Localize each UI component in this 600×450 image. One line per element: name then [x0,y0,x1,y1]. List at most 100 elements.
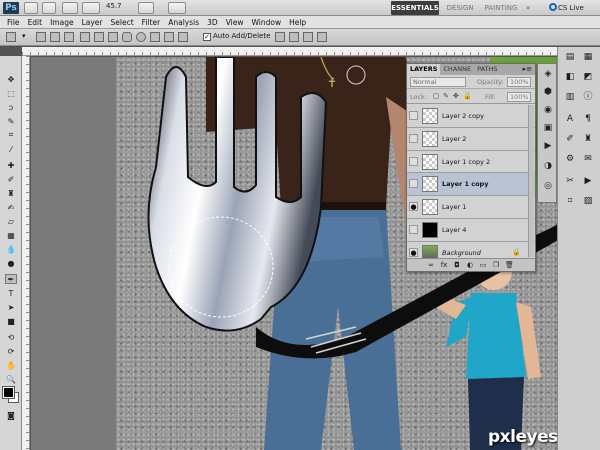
layers-panel-icon[interactable]: ◈ [542,68,554,80]
menu-image[interactable]: Image [46,16,78,28]
layer-comps-panel-icon[interactable]: ▨ [582,195,594,207]
navigator-panel-icon[interactable]: ◩ [582,71,594,83]
gradient-tool-icon[interactable]: ▦ [5,230,17,240]
quick-selection-tool-icon[interactable]: ✎ [5,116,17,126]
eyedropper-tool-icon[interactable]: ⁄ [5,144,17,154]
styles-panel-icon[interactable]: ◧ [564,71,576,83]
menu-analysis[interactable]: Analysis [164,16,203,28]
3d-orbit-tool-icon[interactable]: ⟳ [5,346,17,356]
hand-tool-button[interactable] [138,2,154,14]
opacity-input[interactable]: 100% [507,77,531,87]
lock-image-icon[interactable]: ✎ [443,93,450,100]
layer-row[interactable]: Layer 2 [407,127,535,151]
path-intersect-icon[interactable] [303,32,313,42]
3d-rotate-tool-icon[interactable]: ⟲ [5,332,17,342]
paths-icon[interactable] [50,32,60,42]
workspace-painting[interactable]: PAINTING [481,1,521,15]
3d-panel-icon[interactable]: ✂ [564,175,576,187]
ellipse-icon[interactable] [136,32,146,42]
bridge-button[interactable] [24,2,38,14]
fill-input[interactable]: 100% [507,92,531,102]
clone-source-panel-icon[interactable]: ♜ [582,133,594,145]
trash-icon[interactable]: 🗑 [505,261,514,269]
marquee-tool-icon[interactable]: ⬚ [5,88,17,98]
actions-panel-icon[interactable]: ▶ [542,140,554,152]
visibility-toggle[interactable] [409,111,418,120]
hand-tool-icon[interactable]: ✋ [5,360,17,370]
path-subtract-icon[interactable] [289,32,299,42]
paragraph-panel-icon[interactable]: ¶ [582,113,594,125]
workspace-design[interactable]: DESIGN [443,1,477,15]
line-icon[interactable] [164,32,174,42]
zoom-tool-icon[interactable]: 🔍 [5,374,17,384]
new-group-icon[interactable]: ▭ [479,261,487,269]
layer-row[interactable]: ● Layer 1 [407,196,535,219]
pen-tool-preset-icon[interactable] [6,32,16,42]
menu-file[interactable]: File [3,16,24,28]
notes-panel-icon[interactable]: ✉ [582,153,594,165]
layer-style-icon[interactable]: fx [440,261,448,269]
pen-icon[interactable] [80,32,90,42]
masks-panel-icon[interactable]: ◎ [542,180,554,192]
info-panel-icon[interactable]: ⓘ [582,91,594,103]
polygon-icon[interactable] [150,32,160,42]
tab-layers[interactable]: LAYERS [407,64,441,75]
extras-button[interactable] [62,2,78,14]
layer-row-selected[interactable]: Layer 1 copy [407,173,535,197]
pen-tool-icon[interactable]: ✒ [5,274,17,284]
histogram-panel-icon[interactable]: ▥ [564,91,576,103]
menu-3d[interactable]: 3D [203,16,222,28]
menu-window[interactable]: Window [248,16,286,28]
auto-add-delete-checkbox[interactable]: ✓ [203,33,211,41]
quick-mask-icon[interactable]: ◙ [5,410,17,420]
tab-paths[interactable]: PATHS [474,64,500,75]
visibility-toggle[interactable] [409,156,418,166]
blend-mode-select[interactable]: Normal [410,77,466,87]
menu-view[interactable]: View [222,16,248,28]
custom-shape-icon[interactable] [178,32,188,42]
add-mask-icon[interactable]: ◘ [453,261,461,269]
eraser-tool-icon[interactable]: ▱ [5,216,17,226]
dropdown-arrow-icon[interactable]: ▾ [22,32,28,42]
blur-tool-icon[interactable]: 💧 [5,244,17,254]
tool-presets-panel-icon[interactable]: ⚙ [564,153,576,165]
swatches-panel-icon[interactable]: ▦ [582,51,594,63]
arrange-documents-button[interactable] [168,2,186,14]
tab-channels[interactable]: CHANNE [440,64,474,75]
clone-stamp-tool-icon[interactable]: ♜ [5,188,17,198]
paths-panel-icon[interactable]: ◉ [542,104,554,116]
rectangle-tool-icon[interactable]: ■ [5,316,17,326]
layer-row[interactable]: Layer 2 copy [407,105,535,128]
workspace-more[interactable]: » [523,1,533,15]
new-layer-icon[interactable]: ❐ [492,261,500,269]
adjustments-panel-icon[interactable]: ◑ [542,160,554,172]
lock-transparent-icon[interactable]: ▢ [433,93,440,100]
crop-tool-icon[interactable]: ⌗ [5,130,17,140]
path-selection-tool-icon[interactable]: ➤ [5,302,17,312]
fill-pixels-icon[interactable] [64,32,74,42]
workspace-essentials[interactable]: ESSENTIALS [391,1,439,15]
measurement-panel-icon[interactable]: ⌗ [564,195,576,207]
history-brush-tool-icon[interactable]: ✍ [5,202,17,212]
menu-filter[interactable]: Filter [138,16,165,28]
menu-layer[interactable]: Layer [78,16,107,28]
rounded-rectangle-icon[interactable] [122,32,132,42]
menu-select[interactable]: Select [107,16,138,28]
lasso-tool-icon[interactable]: ↄ [5,102,17,112]
eye-icon[interactable]: ● [409,247,418,257]
link-layers-icon[interactable]: ∞ [427,261,435,269]
visibility-toggle[interactable] [409,133,418,143]
zoom-tool-button[interactable] [82,2,100,14]
lock-all-icon[interactable]: 🔒 [463,93,472,100]
foreground-color-swatch[interactable] [2,386,15,399]
layer-row[interactable]: Layer 1 copy 2 [407,150,535,174]
menu-edit[interactable]: Edit [24,16,47,28]
panel-menu-icon[interactable]: ▸≡ [523,64,532,75]
visibility-toggle[interactable] [409,179,418,189]
path-exclude-icon[interactable] [317,32,327,42]
zoom-level[interactable]: 45.7 [106,2,122,10]
healing-brush-tool-icon[interactable]: ✚ [5,160,17,170]
dodge-tool-icon[interactable]: ● [5,258,17,268]
lock-position-icon[interactable]: ✥ [453,93,460,100]
move-tool-icon[interactable]: ✥ [5,74,17,84]
